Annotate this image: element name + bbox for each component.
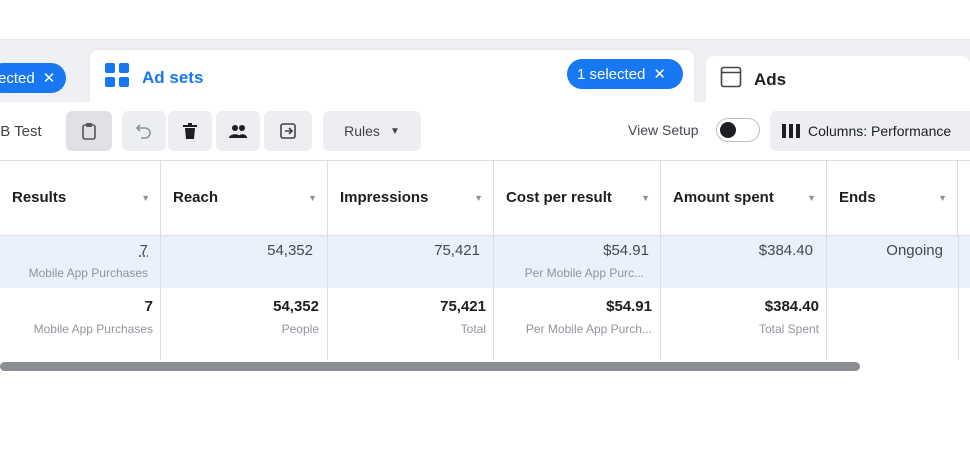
total-results: 7 <box>144 298 153 315</box>
sort-icon[interactable]: ▼ <box>641 161 650 235</box>
header-label: Impressions <box>340 189 429 206</box>
total-cost: $54.91 <box>606 298 652 315</box>
adsets-selected-pill[interactable]: 1 selected ✕ <box>567 59 683 89</box>
ad-frame-icon <box>720 66 742 93</box>
header-reach[interactable]: Reach ▼ <box>161 161 328 235</box>
people-icon <box>228 123 248 139</box>
sort-icon[interactable]: ▼ <box>807 161 816 235</box>
sort-icon[interactable]: ▼ <box>141 161 150 235</box>
total-cost-sub: Per Mobile App Purch... <box>525 322 652 336</box>
export-button[interactable] <box>264 111 312 151</box>
header-ends[interactable]: Ends ▼ <box>827 161 958 235</box>
header-amount-spent[interactable]: Amount spent ▼ <box>661 161 827 235</box>
columns-label: Columns: Performance <box>808 123 952 139</box>
ads-title: Ads <box>720 66 786 93</box>
close-icon[interactable]: ✕ <box>43 69 56 87</box>
rules-label: Rules <box>344 123 380 139</box>
total-impressions: 75,421 <box>440 298 486 315</box>
column-divider <box>958 236 959 360</box>
toolbar: B Test Rules ▼ View Setup Columns: Perfo… <box>0 102 970 160</box>
undo-button[interactable] <box>122 111 166 151</box>
undo-icon <box>135 122 153 140</box>
share-icon <box>279 122 297 140</box>
adsets-title: Ad sets <box>104 62 203 93</box>
ab-test-label: B Test <box>0 122 42 140</box>
toggle-knob <box>720 122 736 138</box>
campaigns-selected-label: ected <box>0 69 35 87</box>
sort-icon[interactable]: ▼ <box>938 161 947 235</box>
horizontal-scrollbar[interactable] <box>0 362 860 371</box>
rules-dropdown[interactable]: Rules ▼ <box>323 111 421 151</box>
ads-title-label: Ads <box>754 69 787 89</box>
row-reach: 54,352 <box>267 242 313 259</box>
columns-dropdown[interactable]: Columns: Performance <box>770 111 970 151</box>
trash-icon <box>182 122 198 140</box>
row-impressions: 75,421 <box>434 242 480 259</box>
row-spent: $384.40 <box>758 242 813 259</box>
sort-icon[interactable]: ▼ <box>474 161 483 235</box>
delete-button[interactable] <box>168 111 212 151</box>
view-setup-label: View Setup <box>628 122 699 138</box>
total-spent-sub: Total Spent <box>758 322 819 336</box>
total-spent: $384.40 <box>764 298 819 315</box>
total-impressions-sub: Total <box>460 322 486 336</box>
caret-down-icon: ▼ <box>389 125 400 137</box>
grid-icon <box>104 62 130 93</box>
header-label: Cost per result <box>506 189 612 206</box>
row-cost-sub: Per Mobile App Purc... <box>524 266 644 280</box>
top-area <box>0 0 970 40</box>
header-label: Amount spent <box>673 189 774 206</box>
row-results[interactable]: 7 <box>0 242 148 259</box>
header-cost-per-result[interactable]: Cost per result ▼ <box>494 161 661 235</box>
paste-button[interactable] <box>66 111 112 151</box>
view-setup-toggle[interactable] <box>716 118 760 142</box>
table-header: Results ▼ Reach ▼ Impressions ▼ Cost per re… <box>0 160 970 236</box>
row-results-sub: Mobile App Purchases <box>28 266 148 280</box>
total-results-sub: Mobile App Purchases <box>33 322 153 336</box>
audience-button[interactable] <box>216 111 260 151</box>
row-ends: Ongoing <box>886 242 943 259</box>
adsets-title-label: Ad sets <box>142 67 204 87</box>
tab-adsets[interactable]: Ad sets 1 selected ✕ <box>90 50 694 104</box>
row-cost: $54.91 <box>603 242 649 259</box>
header-label: Reach <box>173 189 219 206</box>
total-reach: 54,352 <box>273 298 319 315</box>
columns-icon <box>782 124 800 138</box>
header-results[interactable]: Results ▼ <box>0 161 161 235</box>
sort-icon[interactable]: ▼ <box>308 161 317 235</box>
header-impressions[interactable]: Impressions ▼ <box>328 161 494 235</box>
ab-test-button[interactable]: B Test <box>0 111 52 151</box>
adsets-selected-label: 1 selected <box>577 65 646 83</box>
total-reach-sub: People <box>281 322 319 336</box>
header-label: Ends <box>839 189 876 206</box>
header-label: Results <box>12 189 67 206</box>
campaigns-selected-pill[interactable]: ected ✕ <box>0 63 66 93</box>
clipboard-icon <box>81 122 97 140</box>
close-icon[interactable]: ✕ <box>653 65 666 83</box>
